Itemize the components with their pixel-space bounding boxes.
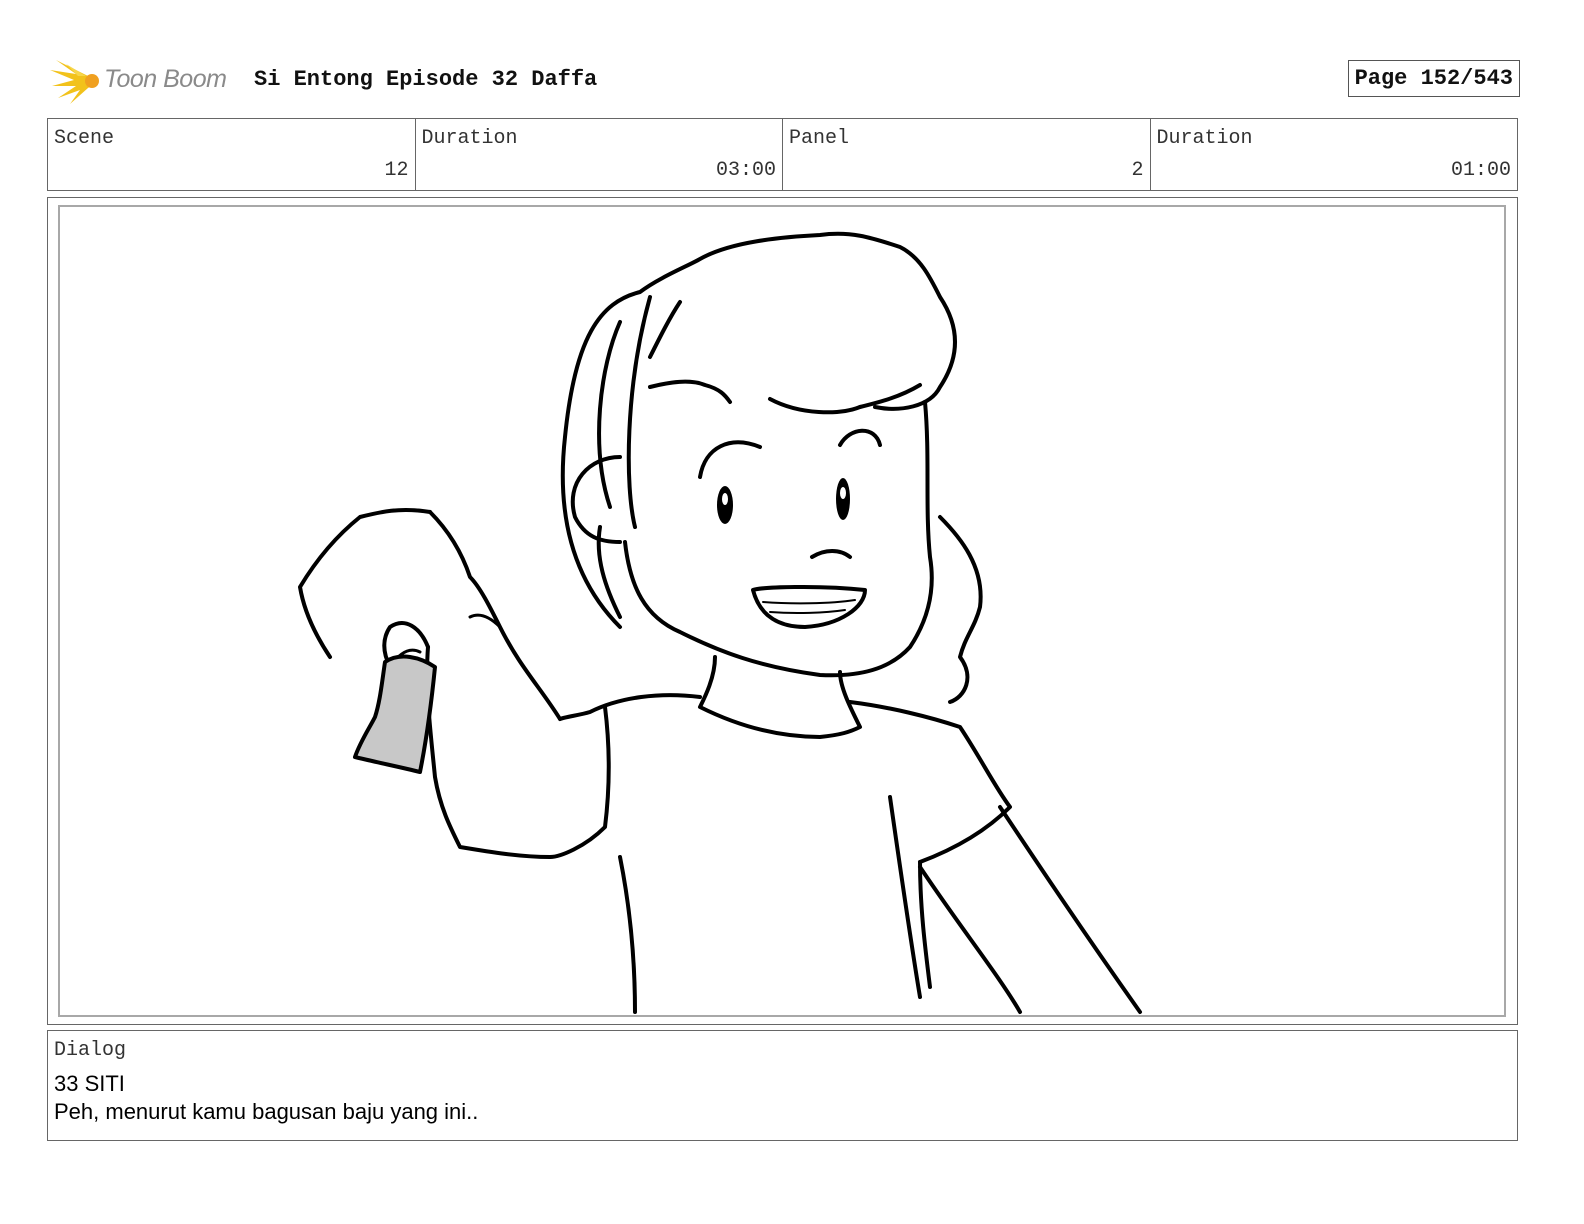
scene-duration-cell: Duration 03:00 bbox=[416, 119, 783, 190]
project-title: Si Entong Episode 32 Daffa bbox=[254, 67, 598, 92]
panel-image-area bbox=[58, 205, 1506, 1017]
nose bbox=[810, 549, 852, 559]
dialog-box: Dialog 33 SITI Peh, menurut kamu bagusan… bbox=[47, 1030, 1518, 1141]
scene-cell: Scene 12 bbox=[48, 119, 416, 190]
left-shoulder bbox=[558, 693, 702, 721]
panel-duration-label: Duration bbox=[1156, 127, 1253, 150]
mouth bbox=[751, 584, 867, 629]
info-row: Scene 12 Duration 03:00 Panel 2 Duration… bbox=[47, 118, 1518, 191]
panel-duration-value: 01:00 bbox=[1450, 159, 1511, 182]
face-outline bbox=[623, 400, 934, 678]
toon-boom-logo: Toon Boom bbox=[48, 56, 248, 106]
panel-frame bbox=[47, 197, 1518, 1025]
dialog-text: Peh, menurut kamu bagusan baju yang ini.… bbox=[54, 1099, 479, 1124]
panel-cell: Panel 2 bbox=[783, 119, 1151, 190]
logo-text: Toon Boom bbox=[104, 65, 227, 93]
page-indicator: Page 152/543 bbox=[1347, 60, 1520, 97]
right-sleeve bbox=[848, 700, 1012, 864]
starburst-logo-icon bbox=[50, 60, 99, 104]
scene-duration-value: 03:00 bbox=[715, 159, 776, 182]
left-eyebrow bbox=[698, 440, 762, 479]
panel-label: Panel bbox=[789, 127, 850, 150]
dialog-label: Dialog bbox=[54, 1039, 127, 1062]
dialog-speaker: 33 SITI bbox=[54, 1071, 125, 1096]
fabric-swatch bbox=[353, 654, 437, 774]
raised-arm bbox=[428, 510, 562, 721]
storyboard-sketch bbox=[298, 231, 1142, 1014]
panel-value: 2 bbox=[1131, 159, 1144, 182]
scene-label: Scene bbox=[54, 127, 115, 150]
scene-value: 12 bbox=[384, 159, 409, 182]
storyboard-header: Toon Boom Si Entong Episode 32 Daffa Pag… bbox=[48, 56, 1538, 106]
right-eyebrow bbox=[838, 428, 882, 447]
hair-outline bbox=[560, 231, 957, 629]
panel-duration-cell: Duration 01:00 bbox=[1151, 119, 1518, 190]
scene-duration-label: Duration bbox=[421, 127, 518, 150]
